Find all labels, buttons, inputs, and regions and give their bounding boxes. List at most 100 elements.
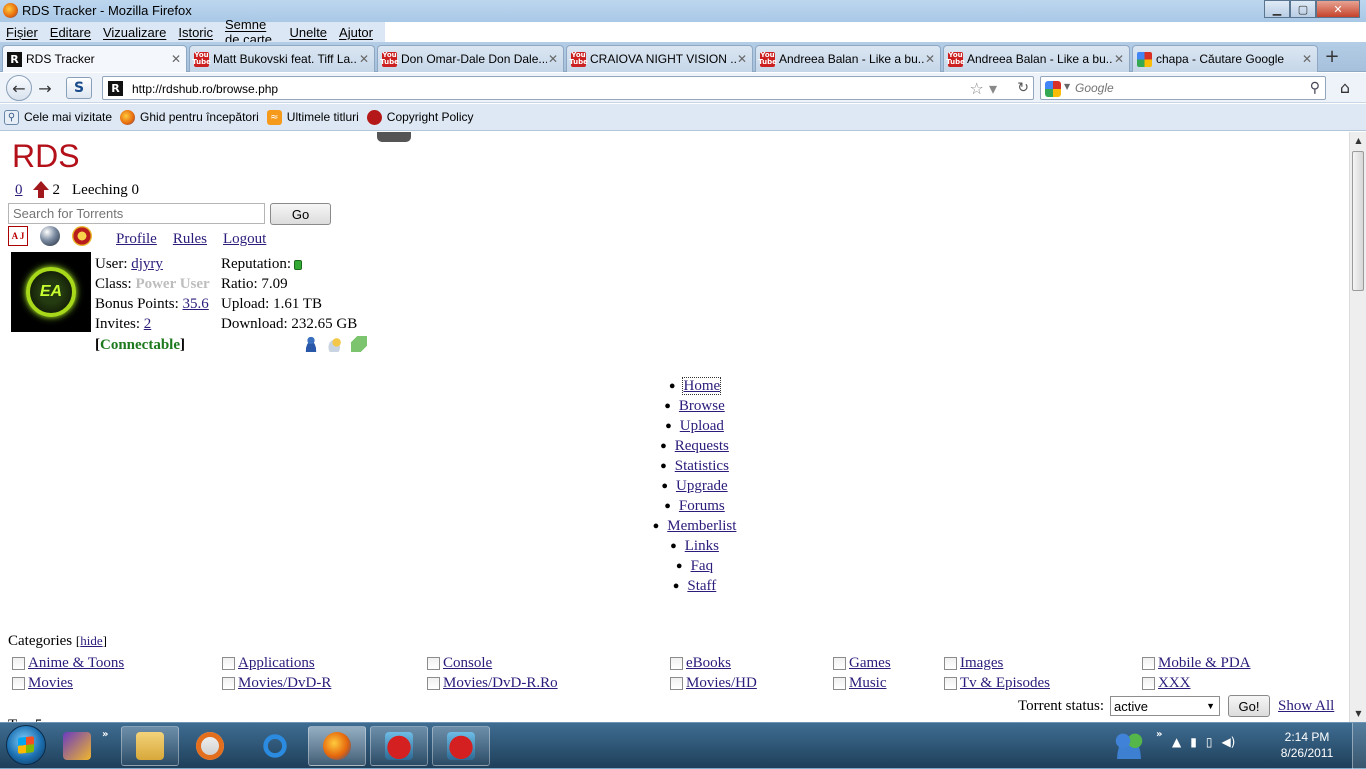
- tab-close-icon[interactable]: ✕: [1301, 52, 1313, 66]
- tab-close-icon[interactable]: ✕: [1113, 52, 1125, 66]
- taskbar-internet-explorer[interactable]: [248, 726, 302, 766]
- category-checkbox[interactable]: [670, 656, 683, 670]
- category-checkbox[interactable]: [944, 676, 957, 690]
- weather-icon[interactable]: [327, 336, 343, 352]
- network-icon[interactable]: ▮: [1190, 735, 1197, 749]
- category-link[interactable]: XXX: [1158, 675, 1191, 692]
- invites-link[interactable]: 2: [144, 316, 152, 332]
- google-icon[interactable]: [1045, 81, 1061, 97]
- category-link[interactable]: Games: [849, 655, 891, 672]
- nav-link-links[interactable]: Links: [685, 538, 719, 554]
- tab-close-icon[interactable]: ✕: [547, 52, 559, 66]
- nav-link-faq[interactable]: Faq: [691, 558, 714, 574]
- search-icon[interactable]: ⚲: [1310, 80, 1320, 96]
- site-identity-icon[interactable]: R: [108, 81, 123, 96]
- money-icon[interactable]: [351, 336, 367, 352]
- taskbar-media-player[interactable]: [185, 726, 235, 766]
- torrent-search-input[interactable]: [8, 203, 265, 224]
- category-link[interactable]: Mobile & PDA: [1158, 655, 1251, 672]
- nav-link-requests[interactable]: Requests: [675, 438, 729, 454]
- tab-google-search[interactable]: chapa - Căutare Google ✕: [1132, 45, 1318, 72]
- web-search-box[interactable]: ▼ ⚲: [1040, 76, 1326, 100]
- bookmark-cele-mai-vizitate[interactable]: ⚲ Cele mai vizitate: [4, 109, 112, 125]
- category-link[interactable]: Images: [960, 655, 1003, 672]
- category-link[interactable]: Movies/DvD-R: [238, 675, 331, 692]
- category-checkbox[interactable]: [833, 656, 846, 670]
- category-checkbox[interactable]: [1142, 676, 1155, 690]
- nav-link-browse[interactable]: Browse: [679, 398, 725, 414]
- category-link[interactable]: Console: [443, 655, 492, 672]
- bookmark-star-icon[interactable]: ☆ ▾: [970, 79, 997, 98]
- vertical-scrollbar[interactable]: ▲ ▼: [1349, 132, 1366, 722]
- new-tab-button[interactable]: +: [1320, 46, 1344, 70]
- back-button[interactable]: ←: [6, 75, 32, 101]
- category-checkbox[interactable]: [427, 656, 440, 670]
- reload-icon[interactable]: ↻: [1017, 80, 1029, 96]
- url-text[interactable]: http://rdshub.ro/browse.php: [132, 82, 278, 96]
- user-icon[interactable]: [303, 336, 319, 352]
- category-link[interactable]: Movies: [28, 675, 73, 692]
- chevron-icon[interactable]: »: [1156, 729, 1162, 740]
- chevron-down-icon[interactable]: ▼: [1064, 82, 1070, 91]
- show-all-link[interactable]: Show All: [1278, 698, 1334, 715]
- roulette-icon[interactable]: [72, 226, 92, 246]
- profile-link[interactable]: Profile: [116, 231, 157, 248]
- status-go-button[interactable]: Go!: [1228, 695, 1271, 717]
- bonus-points-link[interactable]: 35.6: [183, 296, 209, 312]
- category-checkbox[interactable]: [833, 676, 846, 690]
- menu-vizualizare[interactable]: Vizualizare: [103, 25, 166, 40]
- tab-rds-tracker[interactable]: R RDS Tracker ✕: [2, 45, 187, 72]
- scroll-up-icon[interactable]: ▲: [1350, 132, 1366, 149]
- tab-youtube-1[interactable]: You Tube Matt Bukovski feat. Tiff La... ✕: [189, 45, 375, 72]
- tab-youtube-2[interactable]: You Tube Don Omar-Dale Don Dale... ✕: [377, 45, 564, 72]
- nav-link-upload[interactable]: Upload: [680, 418, 724, 434]
- logout-link[interactable]: Logout: [223, 231, 266, 248]
- firefox-icon[interactable]: [3, 3, 18, 18]
- category-checkbox[interactable]: [1142, 656, 1155, 670]
- system-clock[interactable]: 2:14 PM 8/26/2011: [1272, 729, 1342, 761]
- bookmark-ghid[interactable]: Ghid pentru începători: [120, 109, 259, 125]
- search-go-button[interactable]: Go: [270, 203, 331, 225]
- tab-close-icon[interactable]: ✕: [924, 52, 936, 66]
- category-link[interactable]: Music: [849, 675, 887, 692]
- messenger-icon[interactable]: [1114, 731, 1144, 759]
- category-link[interactable]: Tv & Episodes: [960, 675, 1050, 692]
- category-checkbox[interactable]: [944, 656, 957, 670]
- tab-youtube-3[interactable]: You Tube CRAIOVA NIGHT VISION ... ✕: [566, 45, 753, 72]
- bookmark-ultimele-titluri[interactable]: ≈ Ultimele titluri: [266, 109, 359, 125]
- tab-close-icon[interactable]: ✕: [736, 52, 748, 66]
- category-checkbox[interactable]: [12, 676, 25, 690]
- maximize-button[interactable]: ▢: [1290, 0, 1316, 18]
- menu-istoric[interactable]: Istoric: [178, 25, 213, 40]
- taskbar-angry-birds-2[interactable]: [432, 726, 490, 766]
- menu-ajutor[interactable]: Ajutor: [339, 25, 373, 40]
- taskbar-explorer[interactable]: [121, 726, 179, 766]
- username-link[interactable]: djyry: [131, 256, 163, 272]
- category-checkbox[interactable]: [427, 676, 440, 690]
- category-checkbox[interactable]: [12, 656, 25, 670]
- show-hidden-icons-icon[interactable]: ▲: [1172, 735, 1181, 749]
- chevron-icon[interactable]: »: [102, 729, 108, 740]
- volume-icon[interactable]: ◀): [1221, 735, 1235, 749]
- url-bar[interactable]: R http://rdshub.ro/browse.php ☆ ▾ ↻: [102, 76, 1034, 100]
- rules-link[interactable]: Rules: [173, 231, 207, 248]
- menu-fisier[interactable]: Fișier: [6, 25, 38, 40]
- category-link[interactable]: eBooks: [686, 655, 731, 672]
- device-icon[interactable]: ▯: [1206, 735, 1213, 749]
- nav-link-forums[interactable]: Forums: [679, 498, 725, 514]
- taskbar-angry-birds-1[interactable]: [370, 726, 428, 766]
- categories-hide-link[interactable]: hide: [80, 633, 102, 648]
- nav-link-staff[interactable]: Staff: [687, 578, 716, 594]
- blackjack-icon[interactable]: A J: [8, 226, 28, 246]
- minimize-button[interactable]: ▁: [1264, 0, 1290, 18]
- category-checkbox[interactable]: [222, 676, 235, 690]
- torrent-status-select[interactable]: active ▼: [1110, 696, 1221, 716]
- site-logo[interactable]: RDS: [12, 138, 80, 175]
- scrollbar-thumb[interactable]: [1352, 151, 1364, 291]
- nav-link-upgrade[interactable]: Upgrade: [676, 478, 728, 494]
- category-link[interactable]: Movies/HD: [686, 675, 757, 692]
- tab-youtube-4[interactable]: You Tube Andreea Balan - Like a bu... ✕: [755, 45, 941, 72]
- show-desktop-button[interactable]: [1352, 723, 1366, 769]
- web-search-input[interactable]: [1075, 80, 1295, 96]
- nav-link-home[interactable]: Home: [682, 377, 722, 395]
